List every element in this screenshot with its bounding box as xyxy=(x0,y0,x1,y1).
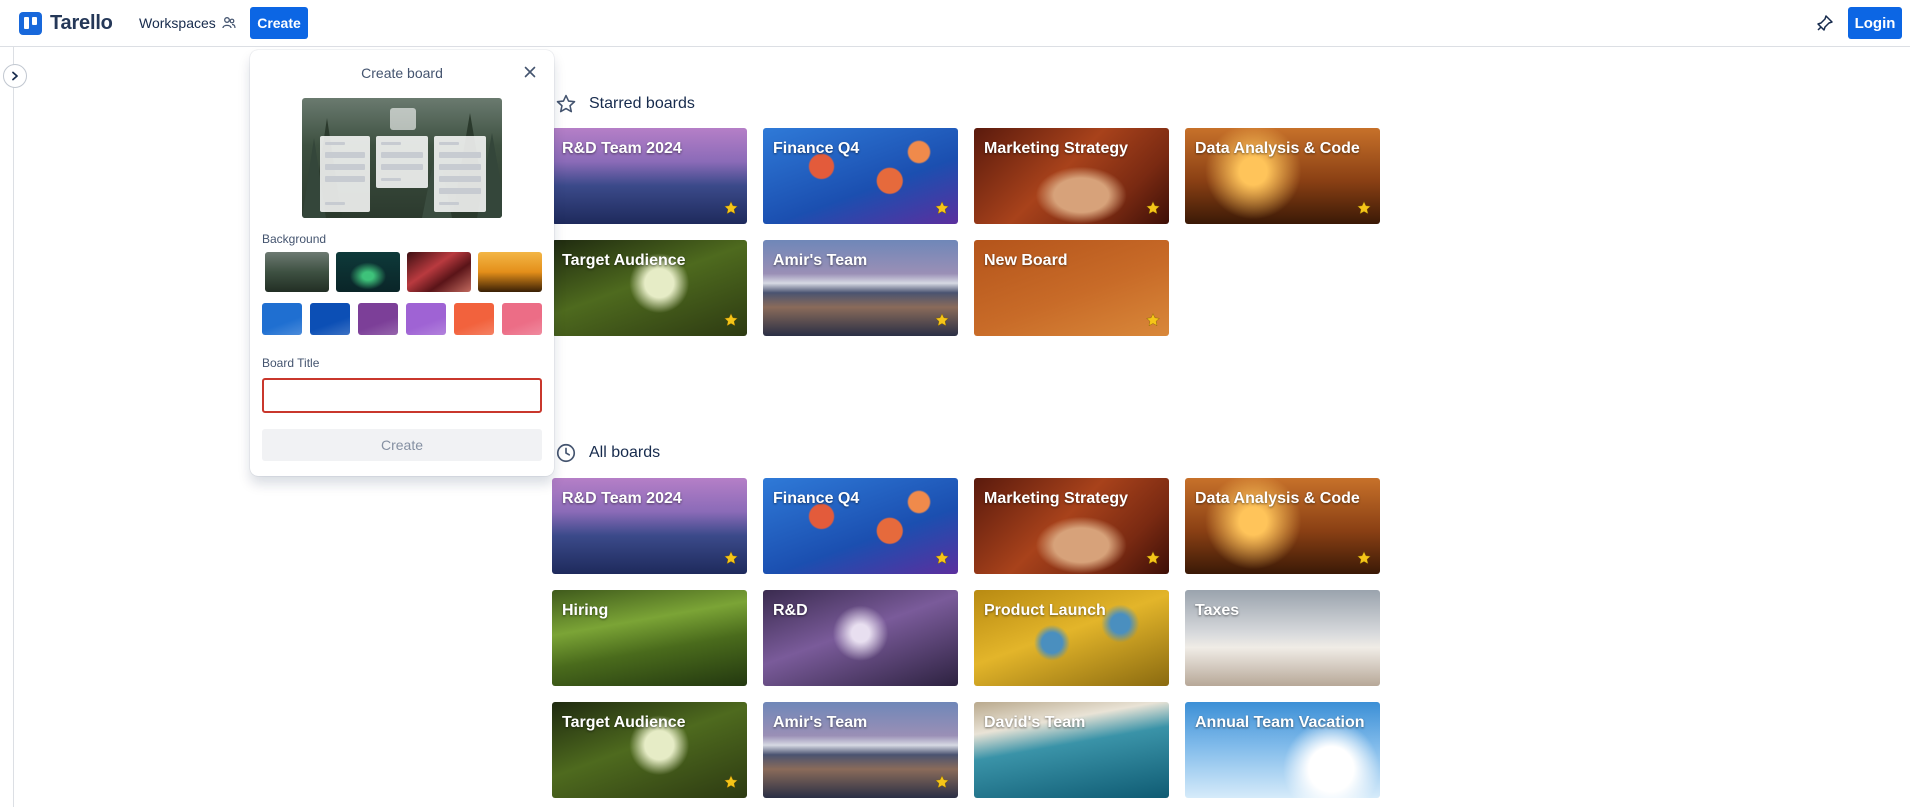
star-icon[interactable] xyxy=(1145,312,1161,328)
create-board-submit-button[interactable]: Create xyxy=(262,429,542,461)
background-color-option[interactable] xyxy=(406,303,446,335)
star-icon[interactable] xyxy=(934,200,950,216)
board-title: Data Analysis & Code xyxy=(1195,140,1360,157)
all-boards-heading: All boards xyxy=(555,442,660,464)
star-icon[interactable] xyxy=(934,774,950,790)
board-title: Finance Q4 xyxy=(773,140,860,157)
board-title: R&D Team 2024 xyxy=(562,140,682,157)
star-outline-icon xyxy=(556,94,576,113)
board-title-input[interactable] xyxy=(262,378,542,413)
board-tile[interactable]: Data Analysis & Code xyxy=(1185,128,1380,224)
board-title: David's Team xyxy=(984,714,1086,731)
board-title: Annual Team Vacation xyxy=(1195,714,1365,731)
board-tile[interactable]: Marketing Strategy xyxy=(974,478,1169,574)
app-logo[interactable]: Tarello xyxy=(19,12,113,35)
star-icon[interactable] xyxy=(934,550,950,566)
chevron-right-icon xyxy=(12,71,18,81)
preview-list xyxy=(376,136,428,188)
background-photo-option[interactable] xyxy=(407,252,471,292)
board-tile[interactable]: Finance Q4 xyxy=(763,478,958,574)
expand-sidebar-button[interactable] xyxy=(3,64,27,88)
popover-title: Create board xyxy=(361,65,443,81)
board-title: Hiring xyxy=(562,602,609,619)
star-icon[interactable] xyxy=(934,312,950,328)
clock-icon xyxy=(556,443,576,463)
background-color-option[interactable] xyxy=(358,303,398,335)
board-title: Taxes xyxy=(1195,602,1240,619)
login-button[interactable]: Login xyxy=(1848,7,1902,39)
board-title: Target Audience xyxy=(562,714,686,731)
create-button[interactable]: Create xyxy=(250,7,308,39)
board-tile[interactable]: Finance Q4 xyxy=(763,128,958,224)
background-photo-option[interactable] xyxy=(478,252,542,292)
board-title: R&D Team 2024 xyxy=(562,490,682,507)
board-title: Marketing Strategy xyxy=(984,490,1129,507)
board-tile[interactable]: Marketing Strategy xyxy=(974,128,1169,224)
board-tile[interactable]: Target Audience xyxy=(552,702,747,798)
background-color-option[interactable] xyxy=(262,303,302,335)
board-title-label: Board Title xyxy=(262,356,320,370)
board-title: Data Analysis & Code xyxy=(1195,490,1360,507)
board-tile[interactable]: Taxes xyxy=(1185,590,1380,686)
board-tile[interactable]: New Board xyxy=(974,240,1169,336)
board-preview xyxy=(302,98,502,218)
board-tile[interactable]: R&D xyxy=(763,590,958,686)
background-color-option[interactable] xyxy=(310,303,350,335)
star-icon[interactable] xyxy=(723,312,739,328)
board-tile[interactable]: Annual Team Vacation xyxy=(1185,702,1380,798)
board-tile[interactable]: David's Team xyxy=(974,702,1169,798)
board-tile[interactable]: R&D Team 2024 xyxy=(552,128,747,224)
board-title: R&D xyxy=(773,602,808,619)
close-icon[interactable] xyxy=(522,64,538,80)
board-tile[interactable]: R&D Team 2024 xyxy=(552,478,747,574)
background-photo-option[interactable] xyxy=(265,252,329,292)
star-icon[interactable] xyxy=(723,774,739,790)
workspaces-people-icon xyxy=(222,17,236,29)
board-tile[interactable]: Hiring xyxy=(552,590,747,686)
starred-boards-title: Starred boards xyxy=(589,95,695,112)
board-tile[interactable]: Amir's Team xyxy=(763,240,958,336)
app-name: Tarello xyxy=(50,12,113,34)
board-title: Finance Q4 xyxy=(773,490,860,507)
starred-boards-heading: Starred boards xyxy=(555,93,695,115)
background-label: Background xyxy=(262,232,327,246)
board-title: Amir's Team xyxy=(773,714,868,731)
board-title: Product Launch xyxy=(984,602,1106,619)
pin-icon[interactable] xyxy=(1815,13,1835,33)
board-tile[interactable]: Target Audience xyxy=(552,240,747,336)
workspaces-menu[interactable]: Workspaces xyxy=(139,15,236,31)
star-icon[interactable] xyxy=(1145,200,1161,216)
board-title: Marketing Strategy xyxy=(984,140,1129,157)
board-tile[interactable]: Amir's Team xyxy=(763,702,958,798)
trello-logo-icon xyxy=(19,12,42,35)
star-icon[interactable] xyxy=(723,550,739,566)
preview-logo-icon xyxy=(390,108,416,130)
background-color-option[interactable] xyxy=(454,303,494,335)
all-boards-title: All boards xyxy=(589,444,661,461)
star-icon[interactable] xyxy=(1145,550,1161,566)
board-title: New Board xyxy=(984,252,1068,269)
preview-list xyxy=(434,136,486,212)
top-navigation-bar: Tarello Workspaces Create Login xyxy=(0,0,1910,47)
board-tile[interactable]: Product Launch xyxy=(974,590,1169,686)
board-title: Amir's Team xyxy=(773,252,868,269)
star-icon[interactable] xyxy=(1356,550,1372,566)
workspaces-label: Workspaces xyxy=(139,15,216,31)
background-color-option[interactable] xyxy=(502,303,542,335)
star-icon[interactable] xyxy=(723,200,739,216)
create-board-popover: Create board Background Board Title Crea… xyxy=(250,50,554,476)
sidebar-divider xyxy=(13,47,14,807)
board-title: Target Audience xyxy=(562,252,686,269)
preview-list xyxy=(320,136,370,212)
background-photo-option[interactable] xyxy=(336,252,400,292)
board-tile[interactable]: Data Analysis & Code xyxy=(1185,478,1380,574)
star-icon[interactable] xyxy=(1356,200,1372,216)
